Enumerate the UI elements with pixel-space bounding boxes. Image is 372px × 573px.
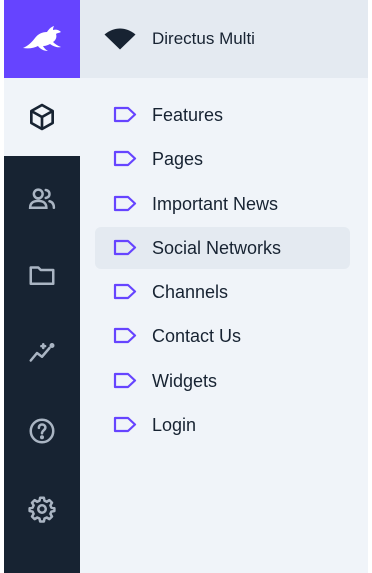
label-icon xyxy=(113,372,137,389)
label-icon xyxy=(113,327,137,344)
nav-item-label: Contact Us xyxy=(152,326,242,346)
nav-item-label: Channels xyxy=(152,282,229,302)
label-icon xyxy=(113,195,137,212)
nav-item-label: Widgets xyxy=(152,371,218,391)
module-files[interactable] xyxy=(4,236,80,314)
insights-icon xyxy=(29,343,55,362)
module-help[interactable] xyxy=(4,392,80,470)
nav-item-social-networks[interactable]: Social Networks xyxy=(95,227,350,269)
module-insights[interactable] xyxy=(4,314,80,392)
nav-item-contact-us[interactable]: Contact Us xyxy=(95,315,350,357)
nav-item-login[interactable]: Login xyxy=(95,404,350,446)
label-icon xyxy=(113,106,137,123)
project-name: Directus Multi xyxy=(152,29,255,48)
nav-item-pages[interactable]: Pages xyxy=(95,138,350,180)
users-icon xyxy=(28,188,56,209)
nav-item-label: Pages xyxy=(152,149,204,169)
nav-item-features[interactable]: Features xyxy=(95,94,350,136)
module-settings[interactable] xyxy=(4,470,80,548)
module-bar xyxy=(4,0,80,573)
rabbit-logo-icon xyxy=(23,26,61,51)
nav-item-label: Features xyxy=(152,105,224,125)
label-icon xyxy=(113,150,137,167)
folder-icon xyxy=(29,266,55,285)
cube-icon xyxy=(30,103,54,131)
label-icon xyxy=(113,416,137,433)
directus-logo[interactable] xyxy=(4,0,80,78)
module-users[interactable] xyxy=(4,160,80,238)
nav-item-important-news[interactable]: Important News xyxy=(95,183,350,225)
nav-item-label: Login xyxy=(152,415,197,435)
nav-item-widgets[interactable]: Widgets xyxy=(95,360,350,402)
nav-item-label: Important News xyxy=(152,194,279,214)
nav-item-channels[interactable]: Channels xyxy=(95,271,350,313)
navigation-panel: Directus Multi Features Pages Important … xyxy=(80,0,368,573)
help-icon xyxy=(29,418,55,444)
project-wifi-icon xyxy=(104,28,136,50)
settings-icon xyxy=(28,496,56,523)
nav-item-label: Social Networks xyxy=(152,238,282,258)
module-content[interactable] xyxy=(4,78,80,156)
label-icon xyxy=(113,283,137,300)
project-header[interactable]: Directus Multi xyxy=(80,0,368,78)
label-icon xyxy=(113,239,137,256)
